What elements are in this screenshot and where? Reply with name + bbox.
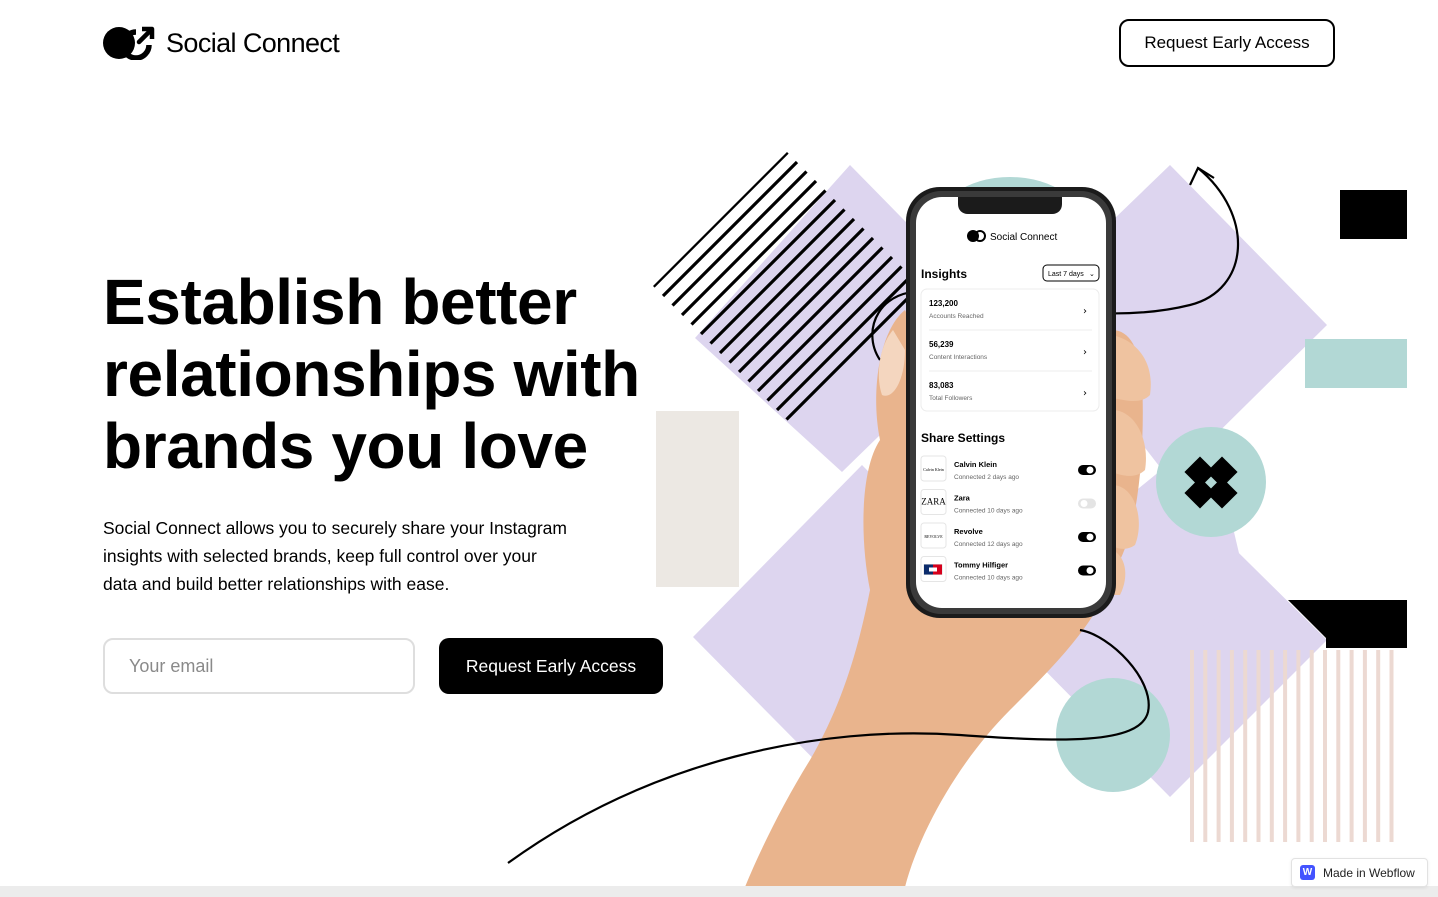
stripe-line (732, 232, 922, 421)
metric-value: 83,083 (929, 381, 954, 390)
hero-request-access-button[interactable]: Request Early Access (439, 638, 663, 694)
stripe-line (653, 152, 841, 341)
hero-subtitle-line: insights with selected brands, keep full… (103, 546, 537, 566)
brand-toggle[interactable] (1078, 498, 1096, 509)
hero-title-line: brands you love (103, 410, 588, 482)
curved-arrow-line (871, 166, 1240, 361)
webflow-badge-label: Made in Webflow (1323, 865, 1415, 880)
brand-logo-text: Calvin Klein (923, 467, 944, 472)
hero-title-line: relationships with (103, 338, 640, 410)
diagonal-stripes (653, 152, 922, 421)
stripe-line (656, 156, 860, 360)
email-input[interactable] (103, 638, 415, 694)
brand-status: Connected 12 days ago (954, 541, 1023, 548)
metric-value: 123,200 (929, 299, 958, 308)
stripe-line (685, 185, 888, 388)
tommy-flag-logo (923, 564, 943, 575)
brand-logo-tile (920, 556, 947, 582)
phone-insights-title: Insights (921, 267, 967, 281)
stripe-line (751, 251, 922, 421)
black-rectangle-bottom (1288, 600, 1407, 648)
brand-toggle[interactable] (1078, 565, 1096, 576)
brand-share-row: ZARA Zara Connected 10 days ago (920, 489, 1096, 515)
stripe-line (666, 166, 869, 369)
social-connect-logo-icon (103, 26, 155, 60)
stripe-line (723, 223, 922, 421)
metric-row[interactable]: 56,239 Content Interactions › (929, 340, 1087, 361)
phone-brand-name: Social Connect (990, 232, 1057, 243)
stripe-line (694, 194, 898, 398)
brand-name: Revolve (954, 527, 983, 536)
hero-title-line: Establish better (103, 266, 577, 338)
stripe-line (675, 175, 879, 379)
brand-toggle[interactable] (1078, 465, 1096, 475)
phone-mockup: Social Connect Insights Last 7 days ⌄ 12… (906, 187, 1116, 618)
chevron-right-icon: › (1083, 347, 1087, 358)
metric-label: Accounts Reached (929, 313, 984, 320)
phone-logo-icon (967, 230, 986, 242)
brand-status: Connected 10 days ago (954, 575, 1023, 582)
brand-name: Zara (954, 494, 971, 503)
hero-title: Establish better relationships with bran… (103, 266, 663, 482)
stripe-line (653, 152, 850, 350)
top-nav: Social Connect Request Early Access (0, 0, 1438, 86)
brand-logo-text: ZARA (921, 497, 946, 507)
lavender-diamond-bottom (693, 465, 1030, 808)
stripe-line (742, 242, 922, 421)
chevron-down-icon: ⌄ (1089, 270, 1095, 278)
metric-row[interactable]: 83,083 Total Followers › (929, 381, 1087, 402)
lavender-diamond-right (1015, 165, 1327, 797)
stripe-line (713, 213, 917, 417)
brand-logo-tile (920, 455, 947, 482)
chevron-right-icon: › (1083, 306, 1087, 317)
brand-share-row: Calvin Klein Calvin Klein Connected 2 days… (920, 455, 1096, 482)
brand-share-row: Tommy Hilfiger Connected 10 days ago (920, 556, 1096, 582)
stripe-line (704, 204, 907, 407)
metric-row[interactable]: 123,200 Accounts Reached › (929, 299, 1087, 320)
brand-toggle[interactable] (1078, 532, 1096, 542)
brand-logo-text: REVOLVE (924, 534, 943, 539)
brand-logo-tile (920, 489, 947, 515)
hero-subtitle-line: data and build better relationships with… (103, 574, 450, 594)
made-in-webflow-badge[interactable]: W Made in Webflow (1291, 858, 1428, 887)
chevron-right-icon: › (1083, 388, 1087, 399)
brand-name: Social Connect (166, 28, 340, 58)
period-select[interactable]: Last 7 days ⌄ (1042, 264, 1100, 282)
brand-status: Connected 10 days ago (954, 508, 1023, 515)
black-rectangle-top (1340, 190, 1407, 239)
vertical-stripes (1190, 650, 1394, 842)
mint-circle-bottom (1056, 678, 1170, 792)
webflow-icon: W (1300, 865, 1315, 880)
brand-logo-tile (920, 522, 947, 549)
beige-rectangle (656, 411, 739, 587)
nav-request-access-button[interactable]: Request Early Access (1119, 19, 1335, 67)
brand-share-row: REVOLVE Revolve Connected 12 days ago (920, 522, 1096, 549)
footer-strip (0, 886, 1438, 897)
brand-logo[interactable]: Social Connect (103, 26, 340, 60)
brand-name: Calvin Klein (954, 460, 997, 469)
hero-subtitle-line: Social Connect allows you to securely sh… (103, 518, 567, 538)
metric-label: Total Followers (929, 395, 973, 402)
metric-value: 56,239 (929, 340, 954, 349)
period-select-label: Last 7 days (1048, 271, 1084, 278)
brand-name: Tommy Hilfiger (954, 561, 1008, 570)
metric-label: Content Interactions (929, 354, 988, 361)
mint-circle-pattern (1156, 427, 1266, 537)
mint-rectangle (1305, 339, 1407, 388)
brand-status: Connected 2 days ago (954, 474, 1019, 481)
hero-subtitle: Social Connect allows you to securely sh… (103, 514, 603, 598)
phone-share-title: Share Settings (921, 431, 1005, 445)
